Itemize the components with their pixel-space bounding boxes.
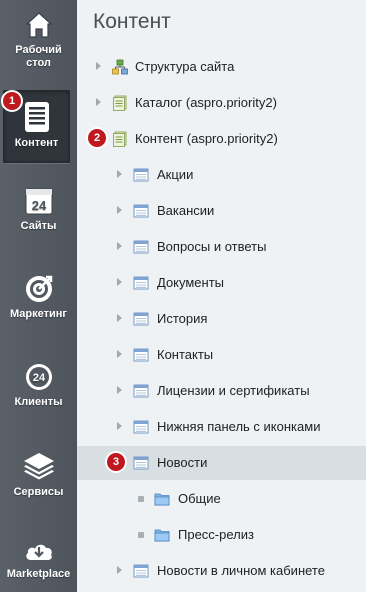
tree-item-press-release[interactable]: Пресс-релиз	[77, 518, 366, 552]
iblock-icon	[133, 564, 149, 578]
tree-item-documents[interactable]: Документы	[77, 266, 366, 300]
sidebar-item-clients[interactable]: 24 Клиенты	[0, 362, 77, 409]
bullet-icon	[138, 532, 144, 538]
tree-item-catalog[interactable]: Каталог (aspro.priority2)	[77, 86, 366, 120]
tree-item-label: Документы	[157, 275, 225, 290]
sidebar-item-sites[interactable]: 24 Сайты	[0, 186, 77, 233]
tree-item-news-general[interactable]: Общие	[77, 482, 366, 516]
tree-item-vacancies[interactable]: Вакансии	[77, 194, 366, 228]
sidebar-item-content[interactable]: Контент 1	[3, 90, 70, 164]
iblock-icon	[133, 348, 149, 362]
iblock-icon	[133, 312, 149, 326]
sidebar-item-services[interactable]: Сервисы	[0, 450, 77, 499]
calendar-24-icon: 24	[25, 188, 52, 215]
tree-item-history[interactable]: История	[77, 302, 366, 336]
tree-item-label: Лицензии и сертификаты	[157, 383, 310, 398]
sidebar-item-label: Маркетинг	[10, 308, 67, 320]
tree-item-label: Акции	[157, 167, 194, 182]
iblock-icon	[133, 240, 149, 254]
sidebar-item-marketing[interactable]: Маркетинг	[0, 274, 77, 321]
sidebar-item-label: стол	[26, 57, 51, 69]
tree-item-label: Общие	[178, 491, 221, 506]
tree-item-news[interactable]: 3 Новости	[77, 446, 366, 480]
bullet-icon	[138, 496, 144, 502]
sidebar-item-label: Сервисы	[13, 486, 64, 498]
sidebar-item-label: Marketplace	[6, 568, 71, 580]
expand-arrow-icon[interactable]	[117, 206, 122, 214]
sidebar-item-label: Клиенты	[14, 396, 63, 408]
iblock-icon	[133, 456, 149, 470]
tree-item-label: Новости в личном кабинете	[157, 563, 325, 578]
tree-item-label: Контакты	[157, 347, 214, 362]
document-icon	[24, 102, 49, 132]
tree-item-site-structure[interactable]: Структура сайта	[77, 50, 366, 84]
sidebar-item-label: Сайты	[20, 220, 57, 232]
tree-item-news-cabinet[interactable]: Новости в личном кабинете	[77, 554, 366, 588]
svg-text:24: 24	[32, 372, 45, 384]
page-title: Контент	[93, 10, 171, 33]
content-panel: Контент Структура сайта Каталог (aspro.p…	[77, 0, 366, 592]
svg-text:24: 24	[31, 198, 46, 213]
tree-item-promotions[interactable]: Акции	[77, 158, 366, 192]
expand-arrow-icon[interactable]	[117, 350, 122, 358]
tree-item-label: Пресс-релиз	[178, 527, 254, 542]
expand-arrow-icon[interactable]	[117, 278, 122, 286]
iblock-type-icon	[113, 131, 127, 147]
iblock-icon	[133, 420, 149, 434]
sitemap-icon	[112, 59, 128, 75]
folder-icon	[154, 493, 170, 506]
tree-item-label: Контент (aspro.priority2)	[135, 131, 278, 146]
tree-item-label: Вакансии	[157, 203, 215, 218]
cloud-download-icon	[25, 544, 52, 560]
expand-arrow-icon[interactable]	[96, 98, 101, 106]
iblock-icon	[133, 204, 149, 218]
iblock-icon	[133, 168, 149, 182]
layers-icon	[23, 453, 54, 480]
step-badge-2: 2	[88, 129, 106, 147]
tree-item-label: История	[157, 311, 208, 326]
tree-item-label: Нижняя панель с иконками	[157, 419, 321, 434]
folder-icon	[154, 529, 170, 542]
tree-item-label: Структура сайта	[135, 59, 235, 74]
sidebar-item-marketplace[interactable]: Marketplace	[0, 538, 77, 581]
expand-arrow-icon[interactable]	[117, 314, 122, 322]
expand-arrow-icon[interactable]	[96, 62, 101, 70]
tree-item-contacts[interactable]: Контакты	[77, 338, 366, 372]
step-badge-1: 1	[3, 92, 21, 110]
sidebar-item-desktop[interactable]: Рабочий стол	[0, 10, 77, 70]
tree-item-faq[interactable]: Вопросы и ответы	[77, 230, 366, 264]
expand-arrow-icon[interactable]	[117, 422, 122, 430]
target-icon	[25, 275, 52, 302]
expand-arrow-icon[interactable]	[117, 242, 122, 250]
step-badge-3: 3	[107, 453, 125, 471]
clients-24-icon: 24	[25, 364, 52, 390]
tree-item-label: Каталог (aspro.priority2)	[135, 95, 277, 110]
tree-item-label: Вопросы и ответы	[157, 239, 267, 254]
expand-arrow-icon[interactable]	[117, 386, 122, 394]
tree-item-bottom-panel[interactable]: Нижняя панель с иконками	[77, 410, 366, 444]
sidebar-item-label: Контент	[14, 137, 59, 149]
home-icon	[24, 12, 53, 38]
iblock-icon	[133, 276, 149, 290]
iblock-icon	[133, 384, 149, 398]
tree-item-licenses[interactable]: Лицензии и сертификаты	[77, 374, 366, 408]
iblock-type-icon	[113, 95, 127, 111]
tree-item-label: Новости	[157, 455, 208, 470]
sidebar-item-label: Рабочий	[15, 44, 62, 56]
tree-item-content-aspro[interactable]: 2 Контент (aspro.priority2)	[77, 122, 366, 156]
expand-arrow-icon[interactable]	[117, 566, 122, 574]
admin-sidebar: Рабочий стол Контент 1 24 Сайты Маркетин…	[0, 0, 77, 592]
expand-arrow-icon[interactable]	[117, 170, 122, 178]
